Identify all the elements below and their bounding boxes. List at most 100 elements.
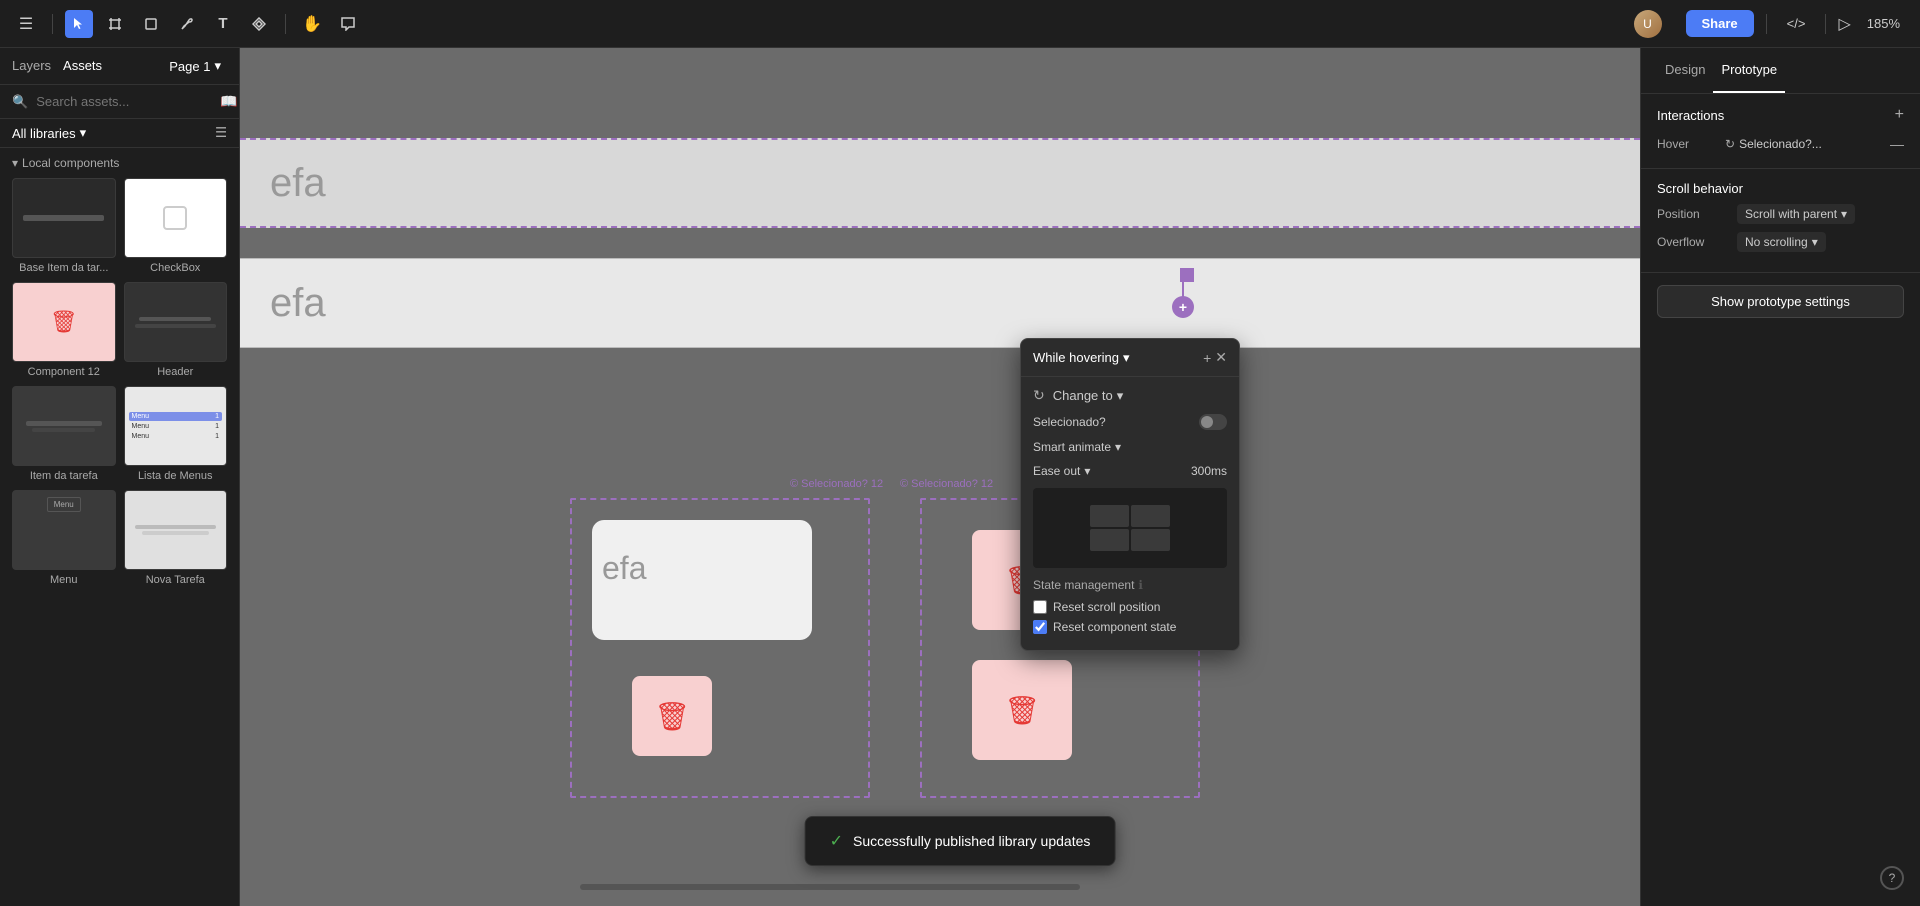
position-value[interactable]: Scroll with parent ▾ (1737, 204, 1855, 224)
chevron-down-icon: ▾ (1812, 235, 1818, 249)
canvas[interactable]: efa efa + © Selecionado? 12 efa 🗑 © Sele… (240, 48, 1640, 906)
libraries-label[interactable]: All libraries ▾ (12, 125, 86, 141)
component-base-item[interactable]: Base Item da tar... (12, 178, 116, 274)
popup-title: While hovering ▾ (1033, 350, 1130, 366)
toggle-row: Selecionado? (1033, 414, 1227, 430)
toolbar-separator-2 (285, 14, 286, 34)
component-item-tarefa[interactable]: Item da tarefa (12, 386, 116, 482)
interactions-section: Interactions + Hover ↻ Selecionado?... — (1641, 94, 1920, 169)
canvas-text-1: efa (270, 161, 326, 206)
interaction-action[interactable]: ↻ Selecionado?... (1725, 137, 1882, 151)
reset-component-checkbox[interactable] (1033, 620, 1047, 634)
info-icon: ℹ (1138, 578, 1143, 592)
remove-interaction-button[interactable]: — (1890, 136, 1904, 152)
page-selector[interactable]: Page 1 ▾ (163, 56, 227, 76)
hover-popup: While hovering ▾ + ✕ ↻ Change to ▾ (1020, 338, 1240, 651)
frame-tool[interactable] (101, 10, 129, 38)
components-grid: Base Item da tar... CheckBox 🗑 Component… (12, 178, 227, 586)
change-to-label[interactable]: Change to ▾ (1053, 388, 1124, 404)
comment-tool[interactable] (334, 10, 362, 38)
toggle-switch[interactable] (1199, 414, 1227, 430)
toggle-knob (1201, 416, 1213, 428)
component-checkbox[interactable]: CheckBox (124, 178, 228, 274)
frame-dashed-left[interactable]: efa 🗑 (570, 498, 870, 798)
scroll-behavior-label: Scroll behavior (1657, 181, 1743, 196)
component-label-12: Component 12 (12, 366, 116, 378)
canvas-text-3: efa (602, 550, 646, 587)
preview-cell-1 (1090, 505, 1129, 527)
local-components-title[interactable]: ▾ Local components (12, 156, 227, 170)
component-label-menu: Menu (12, 574, 116, 586)
toolbar-separator-3 (1766, 14, 1767, 34)
position-row: Position Scroll with parent ▾ (1657, 204, 1904, 224)
chevron-down-icon: ▾ (214, 58, 221, 74)
libraries-row: All libraries ▾ ☰ (0, 119, 239, 148)
ease-time[interactable]: 300ms (1191, 464, 1227, 478)
toast-message: Successfully published library updates (853, 833, 1090, 849)
preview-cell-2 (1131, 505, 1170, 527)
help-icon[interactable]: ? (1880, 866, 1904, 890)
red-component-left[interactable]: 🗑 (632, 676, 712, 756)
change-to-icon: ↻ (1033, 387, 1045, 404)
component-lista-menus[interactable]: Menu 1 Menu 1 Menu 1 Lista de Menus (124, 386, 228, 482)
tab-layers[interactable]: Layers (12, 56, 51, 76)
interaction-icon: ↻ (1725, 137, 1735, 151)
interactions-header: Interactions + (1657, 106, 1904, 124)
right-panel-tabs: Design Prototype (1641, 48, 1920, 94)
text-tool[interactable]: T (209, 10, 237, 38)
popup-body: ↻ Change to ▾ Selecionado? Smart (1021, 377, 1239, 650)
overflow-row: Overflow No scrolling ▾ (1657, 232, 1904, 252)
search-icon: 🔍 (12, 94, 28, 110)
code-view-button[interactable]: </> (1779, 12, 1814, 35)
toolbar-separator-4 (1825, 14, 1826, 34)
help-section: ? (1641, 850, 1920, 906)
pen-tool[interactable] (173, 10, 201, 38)
prototype-settings-button[interactable]: Show prototype settings (1657, 285, 1904, 318)
component-label-nova-tarefa: Nova Tarefa (124, 574, 228, 586)
component-12[interactable]: 🗑 Component 12 (12, 282, 116, 378)
panel-tabs: Layers Assets Page 1 ▾ (0, 48, 239, 85)
tab-assets[interactable]: Assets (63, 56, 102, 76)
libraries-menu-button[interactable]: ☰ (215, 125, 227, 141)
hand-tool[interactable]: ✋ (298, 10, 326, 38)
canvas-text-2: efa (270, 281, 326, 326)
book-icon: 📖 (220, 93, 237, 110)
interaction-row: Hover ↻ Selecionado?... — (1657, 132, 1904, 156)
trash-icon-right-bottom: 🗑 (1004, 694, 1040, 727)
menu-icon[interactable]: ☰ (12, 10, 40, 38)
frame-label-1: © Selecionado? 12 (790, 478, 883, 490)
cursor-tool[interactable] (65, 10, 93, 38)
scrollbar-horizontal[interactable] (580, 884, 1080, 890)
canvas-stripe-2: efa (240, 258, 1640, 348)
change-to-row: ↻ Change to ▾ (1033, 387, 1227, 404)
component-tool[interactable] (245, 10, 273, 38)
avatar[interactable]: U (1634, 10, 1662, 38)
add-interaction-button[interactable]: + (1895, 106, 1904, 124)
popup-add-button[interactable]: + (1203, 349, 1211, 366)
component-menu[interactable]: Menu Menu (12, 490, 116, 586)
search-input[interactable] (36, 94, 212, 109)
shape-tool[interactable] (137, 10, 165, 38)
component-nova-tarefa[interactable]: Nova Tarefa (124, 490, 228, 586)
component-header[interactable]: Header (124, 282, 228, 378)
reset-scroll-checkbox[interactable] (1033, 600, 1047, 614)
right-panel: Design Prototype Interactions + Hover ↻ … (1640, 48, 1920, 906)
play-button[interactable]: ▷ (1838, 14, 1850, 34)
ease-label[interactable]: Ease out ▾ (1033, 464, 1090, 478)
preview-cell-4 (1131, 529, 1170, 551)
red-component-right-bottom[interactable]: 🗑 (972, 660, 1072, 760)
chevron-down-icon: ▾ (1117, 388, 1124, 404)
position-label: Position (1657, 207, 1737, 221)
reset-scroll-label: Reset scroll position (1053, 600, 1160, 614)
left-panel: Layers Assets Page 1 ▾ 🔍 📖 All libraries… (0, 48, 240, 906)
tab-design[interactable]: Design (1657, 48, 1713, 93)
tab-prototype[interactable]: Prototype (1713, 48, 1785, 93)
smart-animate-label[interactable]: Smart animate ▾ (1033, 440, 1121, 454)
scroll-behavior-header: Scroll behavior (1657, 181, 1904, 196)
zoom-control[interactable]: 185% (1859, 12, 1908, 35)
popup-close-button[interactable]: ✕ (1215, 349, 1227, 366)
animation-preview (1033, 488, 1227, 568)
share-button[interactable]: Share (1686, 10, 1754, 37)
overflow-value[interactable]: No scrolling ▾ (1737, 232, 1826, 252)
chevron-down-icon-ease: ▾ (1084, 464, 1090, 478)
